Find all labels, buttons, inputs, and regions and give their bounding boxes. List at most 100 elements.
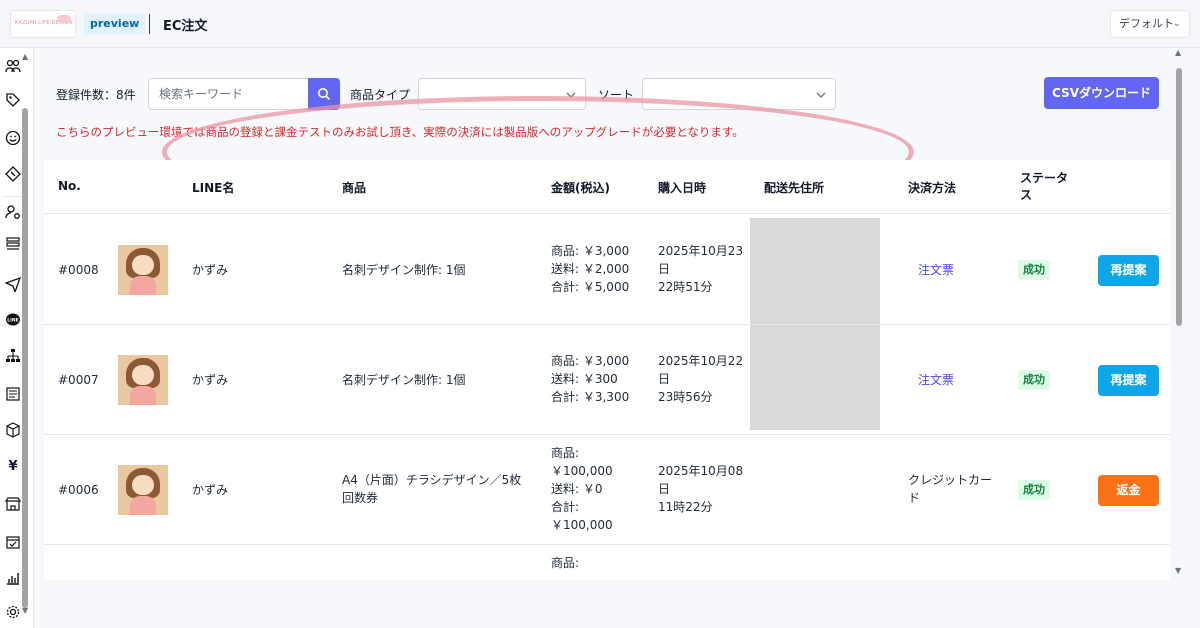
search-input[interactable] [148, 78, 308, 110]
avatar [118, 245, 168, 295]
time-line: 11時22分 [658, 500, 713, 514]
search-icon [318, 88, 331, 101]
send-icon[interactable] [4, 276, 22, 294]
store-icon[interactable] [4, 496, 22, 514]
amount-product: 商品: ￥3,000 [551, 244, 630, 258]
table-row[interactable]: #0006 かずみ A4（片面）チラシデザイン／5枚 回数券 商品: ￥100,… [44, 435, 1170, 545]
product-type-select[interactable] [418, 78, 586, 110]
search-button[interactable] [308, 78, 340, 110]
gear-icon[interactable] [4, 604, 22, 622]
users-icon[interactable] [4, 58, 22, 76]
scroll-up-icon[interactable]: ▲ [1175, 48, 1181, 57]
column-header-status: ステータ ス [1020, 169, 1068, 203]
sort-label: ソート [598, 88, 635, 102]
smile-icon[interactable] [4, 130, 22, 148]
product-name: A4（片面）チラシデザイン／5枚 回数券 [342, 471, 521, 507]
csv-download-button[interactable]: CSVダウンロード [1044, 77, 1159, 109]
bar-chart-icon[interactable] [4, 570, 22, 588]
box-icon[interactable] [4, 422, 22, 440]
sidebar: ▲ ▼ LINE ¥ [0, 48, 34, 628]
product-name: 名刺デザイン制作: 1個 [342, 373, 466, 387]
line-name: かずみ [192, 483, 229, 497]
amount-line: ￥100,000 [551, 464, 613, 478]
sort-select[interactable] [642, 78, 836, 110]
brand-logo[interactable]: KAZUMI LIFE DESIGN [10, 10, 76, 38]
column-header-line-name: LINE名 [192, 181, 235, 195]
table-row[interactable]: #0007 かずみ 名刺デザイン制作: 1個 商品: ￥3,000 送料: ￥3… [44, 325, 1170, 435]
svg-text:LINE: LINE [7, 318, 18, 324]
amount-product: 商品: ￥3,000 [551, 354, 630, 368]
line-icon[interactable]: LINE [4, 312, 22, 330]
amount-total: 合計: ￥3,300 [551, 390, 630, 404]
view-select-value: デフォルト [1119, 17, 1174, 30]
amount-line: 合計: [551, 500, 580, 514]
chevron-down-icon [566, 92, 576, 98]
refund-button[interactable]: 返金 [1098, 475, 1159, 506]
order-number: #0008 [58, 263, 99, 277]
chevron-down-icon: ⌄ [1172, 18, 1181, 29]
date-line: 日 [658, 482, 671, 496]
logo-decoration [57, 15, 71, 23]
order-number: #0006 [58, 483, 99, 497]
payment-line: クレジットカー [908, 473, 993, 487]
status-badge: 成功 [1018, 480, 1050, 500]
date-line: 2025年10月22 [658, 354, 744, 368]
date-line: 日 [658, 262, 671, 276]
status-badge: 成功 [1018, 370, 1050, 390]
product-type-label: 商品タイプ [350, 88, 411, 102]
amount-cell: 商品: ￥3,000 送料: ￥2,000 合計: ￥5,000 [551, 242, 629, 296]
column-header-product: 商品 [342, 181, 367, 195]
view-select[interactable]: デフォルト ⌄ [1110, 10, 1190, 38]
column-header-purchase-date: 購入日時 [658, 181, 707, 195]
amount-shipping: 送料: ￥2,000 [551, 262, 630, 276]
amount-cell: 商品: [551, 554, 579, 572]
preview-notice: こちらのプレビュー環境では商品の登録と課金テストのみお試し頂き、実際の決済には製… [56, 125, 744, 139]
amount-shipping: 送料: ￥300 [551, 372, 618, 386]
org-chart-icon[interactable] [4, 348, 22, 366]
calendar-check-icon[interactable] [4, 534, 22, 552]
yen-icon[interactable]: ¥ [4, 458, 22, 476]
chevron-down-icon [816, 92, 826, 98]
page-scrollbar[interactable] [1176, 68, 1182, 326]
tag-icon[interactable] [4, 92, 22, 110]
scroll-down-icon[interactable]: ▼ [1175, 566, 1181, 575]
sidebar-scroll-down-icon[interactable]: ▼ [22, 606, 28, 615]
line-name: かずみ [192, 263, 229, 277]
column-header-address: 配送先住所 [764, 181, 825, 195]
sidebar-scrollbar[interactable] [22, 108, 28, 608]
time-line: 22時51分 [658, 280, 713, 294]
document-icon[interactable] [4, 386, 22, 404]
purchase-date: 2025年10月23 日 22時51分 [658, 242, 743, 296]
payment-method-link[interactable]: 注文票 [918, 261, 954, 279]
repropose-button[interactable]: 再提案 [1098, 365, 1159, 396]
orders-table: No. LINE名 商品 金額(税込) 購入日時 配送先住所 決済方法 ステータ… [44, 160, 1170, 580]
payment-line: ド [908, 491, 921, 505]
table-row[interactable]: #0008 かずみ 名刺デザイン制作: 1個 商品: ￥3,000 送料: ￥2… [44, 215, 1170, 325]
header-divider [149, 14, 150, 34]
sidebar-scroll-up-icon[interactable]: ▲ [22, 52, 28, 61]
ticket-icon[interactable] [4, 166, 22, 184]
date-line: 2025年10月08 [658, 464, 744, 478]
line-name: かずみ [192, 373, 229, 387]
avatar [118, 465, 168, 515]
repropose-button[interactable]: 再提案 [1098, 255, 1159, 286]
payment-method-link[interactable]: 注文票 [918, 371, 954, 389]
list-icon[interactable] [4, 236, 22, 254]
order-number: #0007 [58, 373, 99, 387]
amount-total: 合計: ￥5,000 [551, 280, 630, 294]
amount-cell: 商品: ￥100,000 送料: ￥0 合計: ￥100,000 [551, 444, 613, 534]
column-header-status-line1: ステータ [1020, 171, 1069, 185]
avatar [118, 355, 168, 405]
preview-badge: preview [84, 14, 146, 34]
column-header-status-line2: ス [1020, 188, 1033, 202]
main-content: 登録件数：8件 商品タイプ ソート CSVダウンロード こちらのプレビュー環境で… [44, 60, 1172, 620]
product-line: A4（片面）チラシデザイン／5枚 [342, 473, 522, 487]
user-settings-icon[interactable] [4, 204, 22, 222]
sidebar-divider [4, 196, 22, 197]
payment-method: クレジットカー ド [908, 471, 992, 507]
amount-cell: 商品: ￥3,000 送料: ￥300 合計: ￥3,300 [551, 352, 629, 406]
column-header-amount: 金額(税込) [551, 181, 610, 195]
table-row[interactable]: 商品: [44, 545, 1170, 580]
record-count: 登録件数：8件 [56, 88, 136, 102]
table-header: No. LINE名 商品 金額(税込) 購入日時 配送先住所 決済方法 ステータ… [44, 160, 1170, 214]
